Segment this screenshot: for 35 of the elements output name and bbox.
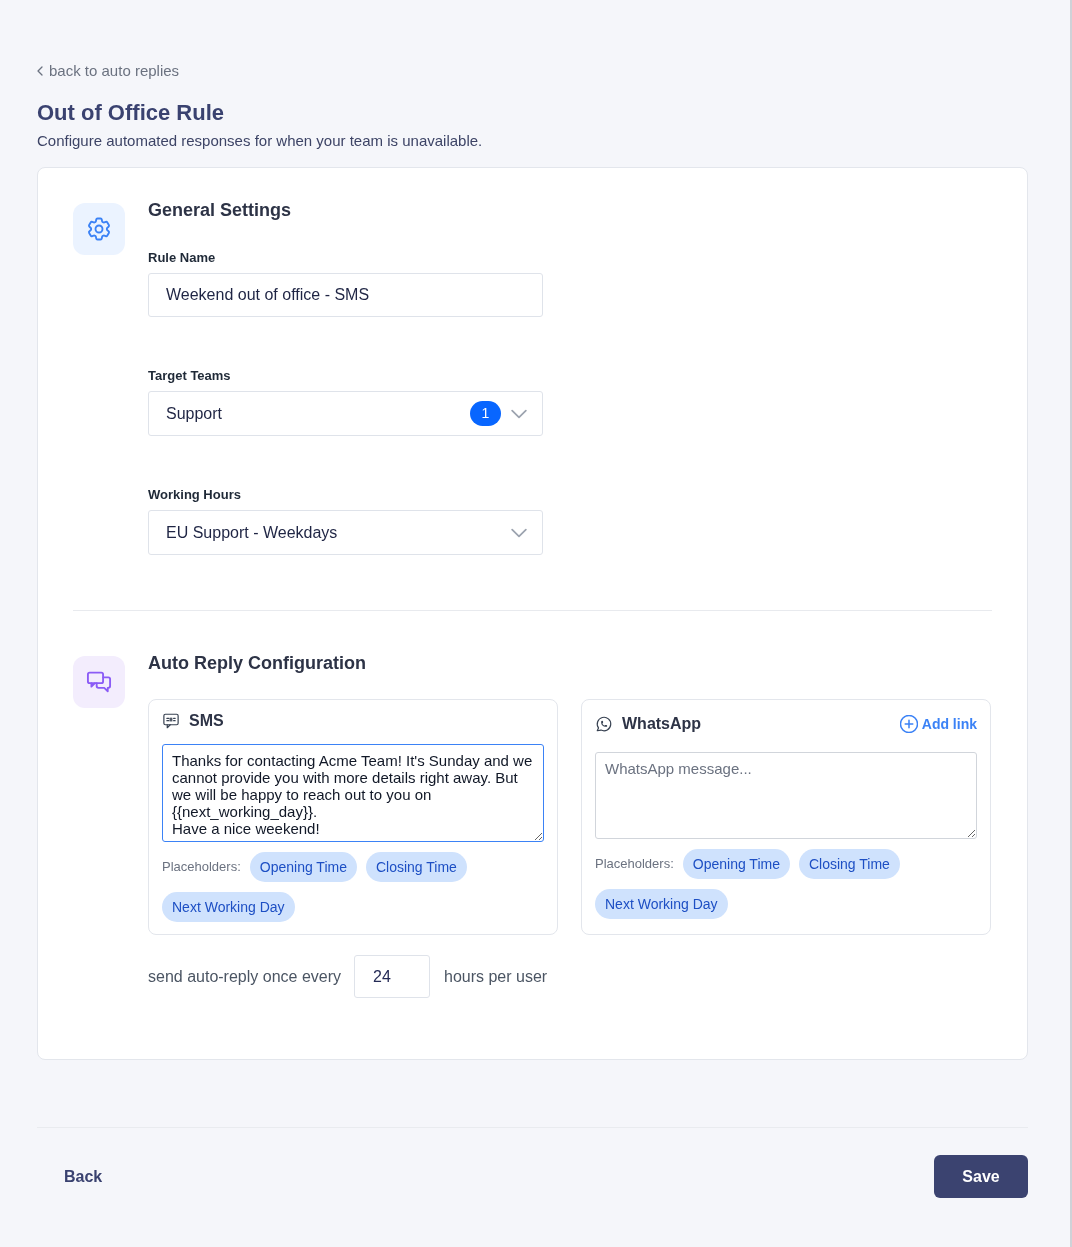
chat-phone-icon (595, 715, 613, 733)
field-label: Rule Name (148, 250, 217, 266)
placeholder-chip[interactable]: Opening Time (682, 849, 790, 879)
channel-name: SMS (189, 711, 224, 731)
placeholder-chip[interactable]: Next Working Day (595, 889, 728, 919)
section-heading: Auto Reply Configuration (148, 652, 367, 675)
placeholder-chip[interactable]: Opening Time (249, 852, 357, 882)
dropdown[interactable]: Support 1 (148, 391, 543, 436)
dropdown[interactable]: EU Support - Weekdays (148, 510, 543, 555)
section-heading: General Settings (148, 199, 293, 222)
settings-icon (73, 203, 125, 255)
chat-bubbles-icon (73, 656, 125, 708)
back-button[interactable]: Back (37, 1155, 130, 1198)
chevron-left-icon (37, 66, 43, 76)
placeholder-chip[interactable]: Next Working Day (162, 892, 295, 922)
add-link-button[interactable]: Add link (899, 713, 977, 735)
field-label: Working Hours (148, 487, 242, 503)
page-subtitle: Configure automated responses for when your team is unavailable. (37, 131, 484, 151)
placeholder-chip[interactable]: Closing Time (798, 849, 900, 879)
count-badge: 1 (470, 401, 501, 426)
placeholders-label: Placeholders: (595, 855, 674, 874)
placeholders-label: Placeholders: (162, 858, 241, 877)
message-icon (162, 712, 180, 730)
placeholder-chip[interactable]: Closing Time (365, 852, 467, 882)
text-input[interactable]: Weekend out of office - SMS (148, 273, 543, 317)
field-label: Target Teams (148, 368, 232, 384)
channel-name: WhatsApp (622, 714, 702, 734)
save-button[interactable]: Save (934, 1155, 1028, 1198)
message-field[interactable]: WhatsApp message... (595, 752, 977, 839)
message-field[interactable]: Thanks for contacting Acme Team! It's Sunday and we cannot provide you with more details right away. But we will be happy to reach out to you on {{next_working_day}}. Have a nice weekend! (162, 744, 544, 842)
frequency-unit: hours per user (444, 966, 548, 987)
back-link[interactable]: back to auto replies (37, 61, 180, 81)
frequency-label: send auto-reply once every (148, 966, 341, 987)
hours-input[interactable]: 24 (354, 955, 430, 998)
page-title: Out of Office Rule (37, 99, 225, 127)
